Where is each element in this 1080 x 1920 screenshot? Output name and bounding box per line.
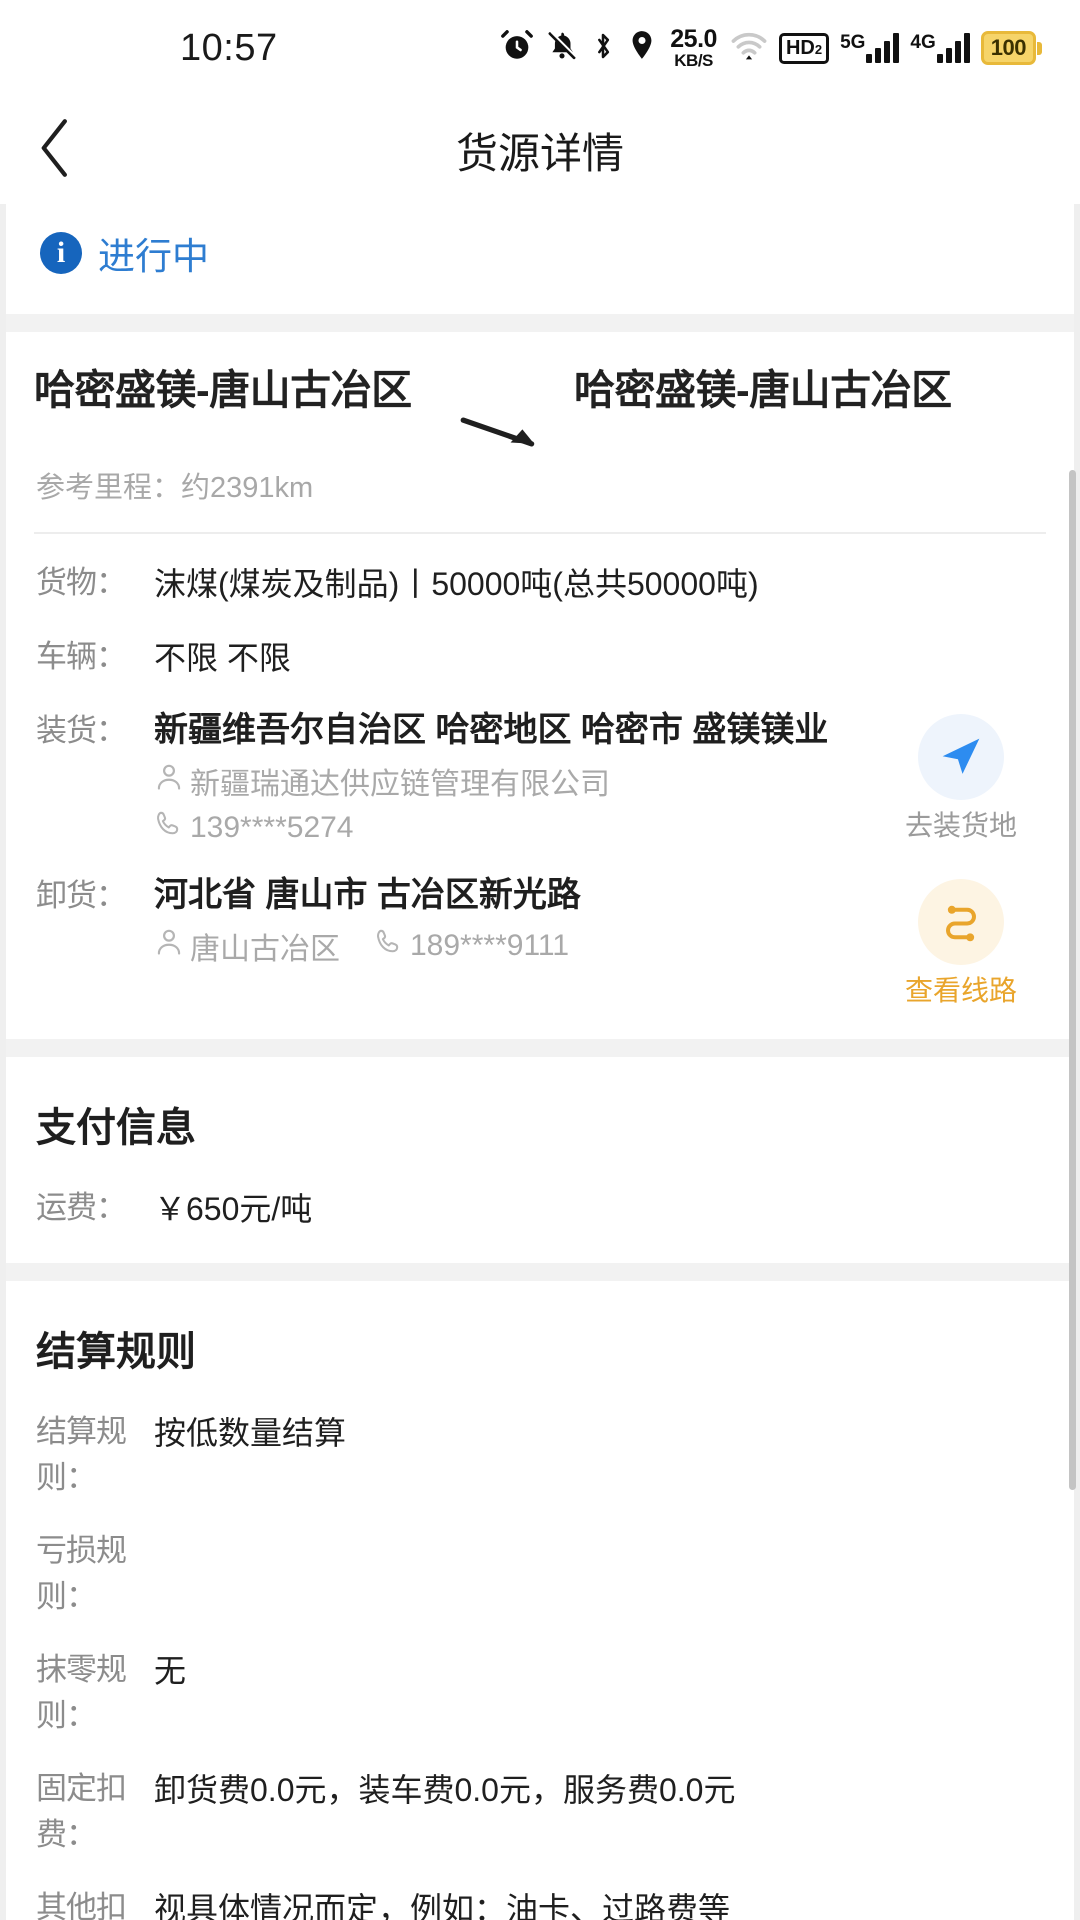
settlement-row-label: 固定扣费： (36, 1770, 127, 1853)
go-to-loading-button[interactable]: 去装货地 (876, 708, 1046, 844)
settlement-row-label: 其他扣费： (36, 1889, 127, 1920)
hd-call-icon: HD 2 (778, 32, 830, 64)
navigation-arrow-icon (918, 714, 1004, 800)
person-icon (154, 762, 184, 800)
cargo-value: 沫煤(煤炭及制品)丨50000吨(总共50000吨) (154, 566, 759, 602)
settlement-row-label: 亏损规则： (36, 1532, 127, 1615)
loading-phone-number: 139****5274 (190, 810, 354, 844)
hd-call-label: HD (785, 36, 815, 59)
page-title: 货源详情 (455, 129, 624, 177)
status-bar-icons: 25.0 KB/S HD 2 5G 4G 100 (500, 27, 1042, 69)
scrollbar[interactable] (1069, 470, 1076, 1490)
route-card: 哈密盛镁-唐山古冶区 哈密盛镁-唐山古冶区 参考里程：约2391km 货物： 沫… (0, 332, 1080, 1039)
unloading-phone[interactable]: 189****9111 (374, 927, 569, 965)
loading-contact-name: 新疆瑞通达供应链管理有限公司 (190, 767, 610, 801)
person-icon (154, 927, 184, 965)
signal-5g-bars (866, 33, 900, 63)
signal-4g-label: 4G (910, 32, 936, 53)
back-button[interactable] (0, 96, 110, 204)
unloading-row: 卸货： 河北省 唐山市 古冶区新光路 唐山古冶区 189****9111 查看线… (36, 873, 1046, 1009)
nav-bar: 货源详情 (0, 96, 1080, 204)
chevron-left-icon (35, 117, 75, 184)
left-edge-strip (0, 0, 6, 1920)
settlement-row: 结算规则： 按低数量结算 (36, 1409, 1046, 1502)
cargo-label: 货物： (36, 565, 127, 600)
signal-4g-bars (936, 33, 970, 63)
freight-row: 运费： ￥650元/吨 (36, 1185, 1046, 1233)
signal-5g-label: 5G (840, 32, 866, 53)
location-pin-icon (627, 29, 657, 68)
signal-5g-icon: 5G (840, 32, 900, 63)
app-screen: 10:57 25.0 KB/S HD 2 5G 4G 100 货源详情 i 进行… (0, 0, 1080, 1920)
vehicle-value: 不限 不限 (154, 640, 291, 676)
info-icon: i (40, 232, 82, 274)
unloading-label: 卸货： (36, 877, 127, 913)
settlement-card: 结算规则 结算规则： 按低数量结算 亏损规则： 抹零规则： 无 固定扣费： 卸货… (0, 1280, 1080, 1920)
loading-address: 新疆维吾尔自治区 哈密地区 哈密市 盛镁镁业 (154, 711, 829, 749)
payment-card: 支付信息 运费： ￥650元/吨 (0, 1056, 1080, 1263)
loading-row: 装货： 新疆维吾尔自治区 哈密地区 哈密市 盛镁镁业 新疆瑞通达供应链管理有限公… (36, 708, 1046, 847)
bluetooth-icon (590, 29, 616, 68)
network-speed-value: 25.0 (670, 25, 717, 53)
settlement-row-value: 卸货费0.0元，装车费0.0元，服务费0.0元 (154, 1771, 736, 1808)
route-path-icon (918, 878, 1004, 965)
loading-phone-row[interactable]: 139****5274 (154, 809, 876, 847)
settlement-row-value: 无 (154, 1652, 187, 1689)
unloading-contact-name: 唐山古冶区 (190, 932, 340, 966)
status-badge: 进行中 (98, 236, 209, 277)
section-divider (0, 314, 1080, 332)
settlement-row-label: 结算规则： (36, 1413, 127, 1496)
cargo-details: 货物： 沫煤(煤炭及制品)丨50000吨(总共50000吨) 车辆： 不限 不限… (0, 534, 1080, 1039)
settlement-row: 其他扣费： 视具体情况而定，例如：油卡、过路费等 (36, 1885, 1046, 1920)
unloading-contact-row: 唐山古冶区 189****9111 (154, 924, 876, 968)
vehicle-row: 车辆： 不限 不限 (36, 634, 1046, 682)
section-divider (0, 1262, 1080, 1281)
unloading-phone-number: 189****9111 (410, 928, 570, 962)
signal-4g-icon: 4G (910, 32, 970, 63)
network-speed-indicator: 25.0 KB/S (670, 25, 717, 70)
wifi-icon (730, 29, 768, 68)
go-to-loading-label: 去装货地 (904, 810, 1017, 841)
settlement-row-label: 抹零规则： (36, 1651, 127, 1734)
bell-mute-icon (545, 29, 579, 68)
unloading-contact: 唐山古冶区 (154, 924, 340, 968)
arrow-right-icon (444, 366, 564, 452)
route-mileage-value: 约2391km (181, 472, 314, 504)
battery-icon: 100 (980, 30, 1042, 66)
status-bar: 10:57 25.0 KB/S HD 2 5G 4G 100 (0, 0, 1080, 96)
loading-contact-row: 新疆瑞通达供应链管理有限公司 (154, 759, 876, 803)
order-status-row: i 进行中 (0, 204, 1080, 314)
freight-value: ￥650元/吨 (154, 1190, 313, 1227)
route-mileage-label: 参考里程： (36, 472, 182, 504)
payment-title: 支付信息 (36, 1105, 196, 1150)
vehicle-label: 车辆： (36, 639, 127, 674)
view-route-button[interactable]: 查看线路 (876, 873, 1046, 1009)
battery-level-label: 100 (980, 30, 1036, 66)
cargo-row: 货物： 沫煤(煤炭及制品)丨50000吨(总共50000吨) (36, 560, 1046, 608)
route-destination: 哈密盛镁-唐山古冶区 (574, 367, 952, 413)
settlement-rows: 结算规则： 按低数量结算 亏损规则： 抹零规则： 无 固定扣费： 卸货费0.0元… (0, 1383, 1080, 1920)
route-summary: 哈密盛镁-唐山古冶区 哈密盛镁-唐山古冶区 (0, 332, 1080, 452)
status-bar-time: 10:57 (180, 26, 278, 69)
settlement-row-value: 视具体情况而定，例如：油卡、过路费等 (154, 1890, 731, 1920)
view-route-label: 查看线路 (904, 974, 1017, 1006)
settlement-row: 固定扣费： 卸货费0.0元，装车费0.0元，服务费0.0元 (36, 1766, 1046, 1859)
battery-cap (1037, 41, 1042, 55)
payment-rows: 运费： ￥650元/吨 (0, 1159, 1080, 1263)
alarm-icon (500, 29, 534, 68)
phone-icon (154, 809, 184, 847)
section-divider (0, 1038, 1080, 1057)
phone-icon (374, 927, 404, 965)
freight-label: 运费： (36, 1189, 127, 1225)
hd-call-sub: 2 (814, 41, 823, 57)
settlement-row: 亏损规则： (36, 1528, 1046, 1621)
route-mileage: 参考里程：约2391km (0, 452, 1080, 532)
network-speed-unit: KB/S (674, 51, 713, 70)
settlement-row-value: 按低数量结算 (154, 1414, 347, 1451)
loading-label: 装货： (36, 713, 127, 748)
route-origin: 哈密盛镁-唐山古冶区 (34, 367, 412, 413)
unloading-address: 河北省 唐山市 古冶区新光路 (154, 875, 581, 914)
settlement-title: 结算规则 (36, 1329, 196, 1374)
settlement-row: 抹零规则： 无 (36, 1647, 1046, 1740)
